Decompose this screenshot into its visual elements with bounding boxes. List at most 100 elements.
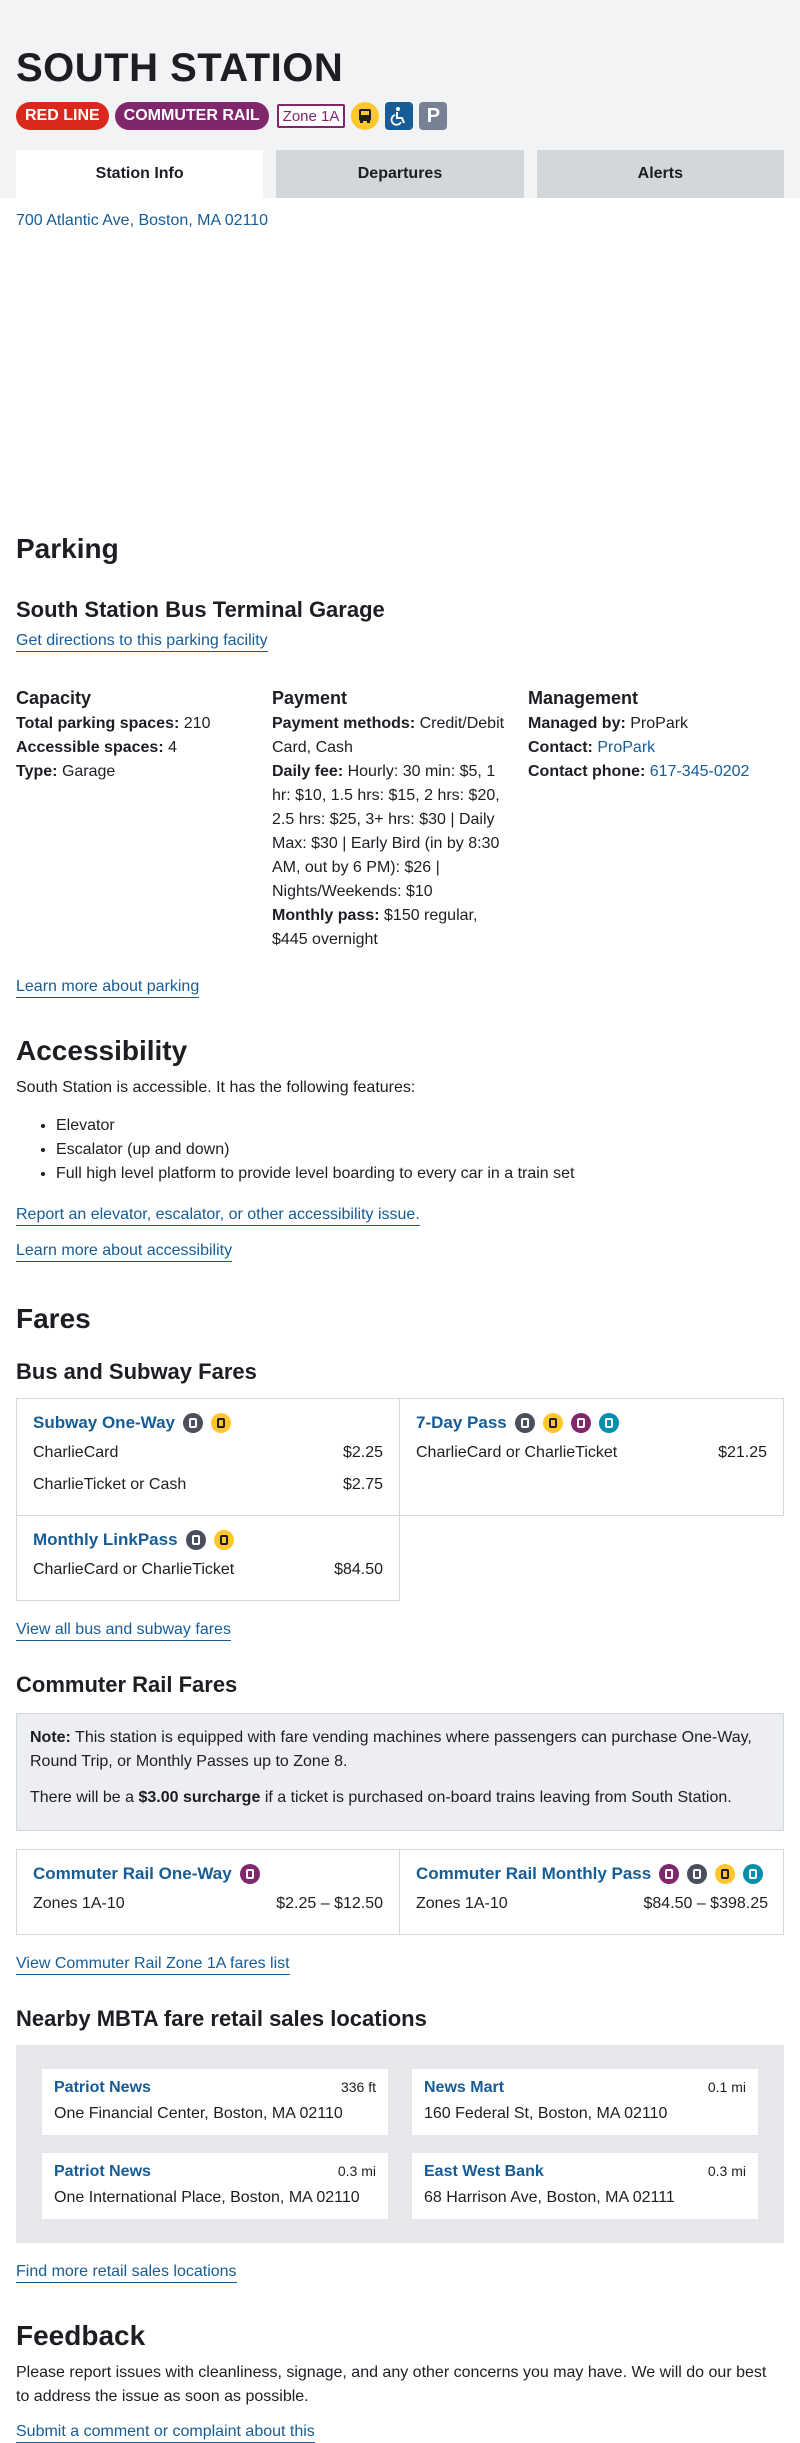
fare-card-7-day-pass: 7-Day Pass CharlieCard or CharlieTicket $… — [400, 1399, 784, 1516]
management-heading: Management — [528, 688, 639, 708]
map-placeholder — [16, 230, 784, 520]
station-tabs: Station Info Departures Alerts — [16, 150, 784, 198]
list-item: Full high level platform to provide leve… — [56, 1162, 784, 1186]
learn-more-parking-link[interactable]: Learn more about parking — [16, 978, 200, 998]
feedback-heading: Feedback — [16, 2320, 146, 2351]
fare-card-subway-one-way: Subway One-Way CharlieCard $2.25 CharlieT… — [17, 1399, 400, 1516]
retail-address: One Financial Center, Boston, MA 02110 — [54, 2105, 343, 2122]
monthly-pass-label: Monthly pass: — [272, 907, 380, 924]
zone-badge[interactable]: Zone 1A — [276, 104, 346, 128]
red-line-badge[interactable]: RED LINE — [16, 102, 109, 130]
accessible-spaces-label: Accessible spaces: — [16, 739, 164, 756]
list-item: News Mart 0.1 mi 160 Federal St, Boston, … — [412, 2069, 758, 2135]
retail-address: 160 Federal St, Boston, MA 02110 — [424, 2105, 668, 2122]
report-accessibility-issue-link[interactable]: Report an elevator, escalator, or other … — [16, 1206, 420, 1226]
tab-departures[interactable]: Departures — [276, 150, 524, 198]
feedback-text: Please report issues with cleanliness, s… — [16, 2364, 767, 2405]
fare-title-link[interactable]: Subway One-Way — [33, 1413, 175, 1433]
subway-icon — [514, 1413, 535, 1433]
managed-by-value: ProPark — [630, 715, 689, 732]
bus-icon — [715, 1864, 736, 1884]
subway-icon — [183, 1413, 204, 1433]
submit-feedback-link[interactable]: Submit a comment or complaint about this — [16, 2423, 315, 2443]
parking-details: Capacity Total parking spaces: 210 Acces… — [16, 686, 784, 952]
tab-alerts[interactable]: Alerts — [536, 150, 784, 198]
contact-link[interactable]: ProPark — [597, 739, 655, 756]
fare-zones: Zones 1A-10 — [33, 1895, 125, 1912]
fare-card-empty — [400, 1516, 784, 1601]
fare-card-monthly-linkpass: Monthly LinkPass CharlieCard or CharlieT… — [17, 1516, 400, 1601]
fare-media: CharlieCard — [33, 1444, 119, 1461]
commuter-rail-fares-grid: Commuter Rail One-Way Zones 1A-10 $2.25 –… — [16, 1849, 784, 1935]
managed-by-label: Managed by: — [528, 715, 626, 732]
list-item: Escalator (up and down) — [56, 1138, 784, 1162]
accessible-icon — [385, 102, 414, 130]
bus-subway-fares-heading: Bus and Subway Fares — [16, 1359, 257, 1384]
fare-price: $2.75 — [342, 1476, 383, 1493]
daily-fee-value: Hourly: 30 min: $5, 1 hr: $10, 1.5 hrs: … — [272, 763, 500, 900]
note-label: Note: — [30, 1729, 71, 1746]
note-text: This station is equipped with fare vendi… — [30, 1729, 752, 1770]
station-title: SOUTH STATION — [16, 46, 344, 90]
bus-subway-fares-grid: Subway One-Way CharlieCard $2.25 CharlieT… — [16, 1398, 784, 1601]
fare-note-box: Note: This station is equipped with fare… — [16, 1713, 784, 1831]
fare-title-link[interactable]: 7-Day Pass — [416, 1413, 507, 1433]
commuter-rail-icon — [239, 1864, 260, 1884]
fare-price: $21.25 — [718, 1444, 767, 1461]
retail-locations-heading: Nearby MBTA fare retail sales locations — [16, 2006, 427, 2031]
view-cr-zone-fares-link[interactable]: View Commuter Rail Zone 1A fares list — [16, 1955, 290, 1975]
station-badges: RED LINE COMMUTER RAIL Zone 1A P — [16, 102, 784, 130]
accessibility-intro: South Station is accessible. It has the … — [16, 1079, 416, 1096]
retail-distance: 0.1 mi — [707, 2079, 746, 2095]
surcharge-post: if a ticket is purchased on-board trains… — [264, 1789, 732, 1806]
fare-price: $84.50 – $398.25 — [643, 1895, 768, 1912]
view-all-bus-subway-fares-link[interactable]: View all bus and subway fares — [16, 1621, 231, 1641]
retail-distance: 0.3 mi — [707, 2163, 746, 2179]
total-spaces-value: 210 — [183, 715, 211, 732]
accessibility-features: Elevator Escalator (up and down) Full hi… — [16, 1114, 784, 1186]
commuter-rail-badge[interactable]: COMMUTER RAIL — [114, 102, 269, 130]
find-more-retail-link[interactable]: Find more retail sales locations — [16, 2263, 237, 2283]
bus-icon — [213, 1530, 234, 1550]
fare-title-link[interactable]: Monthly LinkPass — [33, 1530, 178, 1550]
parking-payment: Payment Payment methods: Credit/Debit Ca… — [272, 686, 528, 952]
retail-address: 68 Harrison Ave, Boston, MA 02111 — [424, 2189, 675, 2206]
learn-more-accessibility-link[interactable]: Learn more about accessibility — [16, 1242, 233, 1262]
subway-icon — [687, 1864, 708, 1884]
retail-location-link[interactable]: News Mart — [424, 2079, 504, 2097]
fare-price: $84.50 — [334, 1561, 383, 1578]
retail-location-link[interactable]: Patriot News — [54, 2163, 151, 2181]
main-content: 700 Atlantic Ave, Boston, MA 02110 Parki… — [0, 212, 800, 2443]
fare-zones: Zones 1A-10 — [416, 1895, 508, 1912]
parking-icon: P — [419, 102, 448, 130]
contact-phone-label: Contact phone: — [528, 763, 646, 780]
parking-management: Management Managed by: ProPark Contact: … — [528, 686, 784, 952]
retail-distance: 0.3 mi — [337, 2163, 376, 2179]
ferry-icon — [743, 1864, 764, 1884]
list-item: Elevator — [56, 1114, 784, 1138]
fare-price: $2.25 — [342, 1444, 383, 1461]
surcharge-pre: There will be a — [30, 1789, 135, 1806]
contact-phone-link[interactable]: 617-345-0202 — [650, 763, 750, 780]
fare-card-cr-monthly: Commuter Rail Monthly Pass Zones 1A-10 $8… — [400, 1850, 784, 1934]
fare-title-link[interactable]: Commuter Rail One-Way — [33, 1864, 232, 1884]
ferry-icon — [598, 1413, 619, 1433]
payment-methods-label: Payment methods: — [272, 715, 416, 732]
retail-location-link[interactable]: Patriot News — [54, 2079, 151, 2097]
retail-address: One International Place, Boston, MA 0211… — [54, 2189, 360, 2206]
retail-locations-list: Patriot News 336 ft One Financial Center,… — [16, 2045, 784, 2243]
parking-directions-link[interactable]: Get directions to this parking facility — [16, 632, 268, 652]
station-header: SOUTH STATION RED LINE COMMUTER RAIL Zon… — [0, 0, 800, 198]
tab-station-info[interactable]: Station Info — [16, 150, 264, 198]
payment-heading: Payment — [272, 688, 348, 708]
fare-media: CharlieCard or CharlieTicket — [416, 1444, 618, 1461]
parking-facility-name: South Station Bus Terminal Garage — [16, 597, 385, 622]
fare-price: $2.25 – $12.50 — [276, 1895, 383, 1912]
capacity-heading: Capacity — [16, 688, 92, 708]
retail-location-link[interactable]: East West Bank — [424, 2163, 544, 2181]
fare-card-cr-one-way: Commuter Rail One-Way Zones 1A-10 $2.25 –… — [17, 1850, 400, 1934]
fare-title-link[interactable]: Commuter Rail Monthly Pass — [416, 1864, 651, 1884]
fare-media: CharlieTicket or Cash — [33, 1476, 187, 1493]
commuter-rail-icon — [570, 1413, 591, 1433]
station-address-link[interactable]: 700 Atlantic Ave, Boston, MA 02110 — [16, 212, 784, 230]
